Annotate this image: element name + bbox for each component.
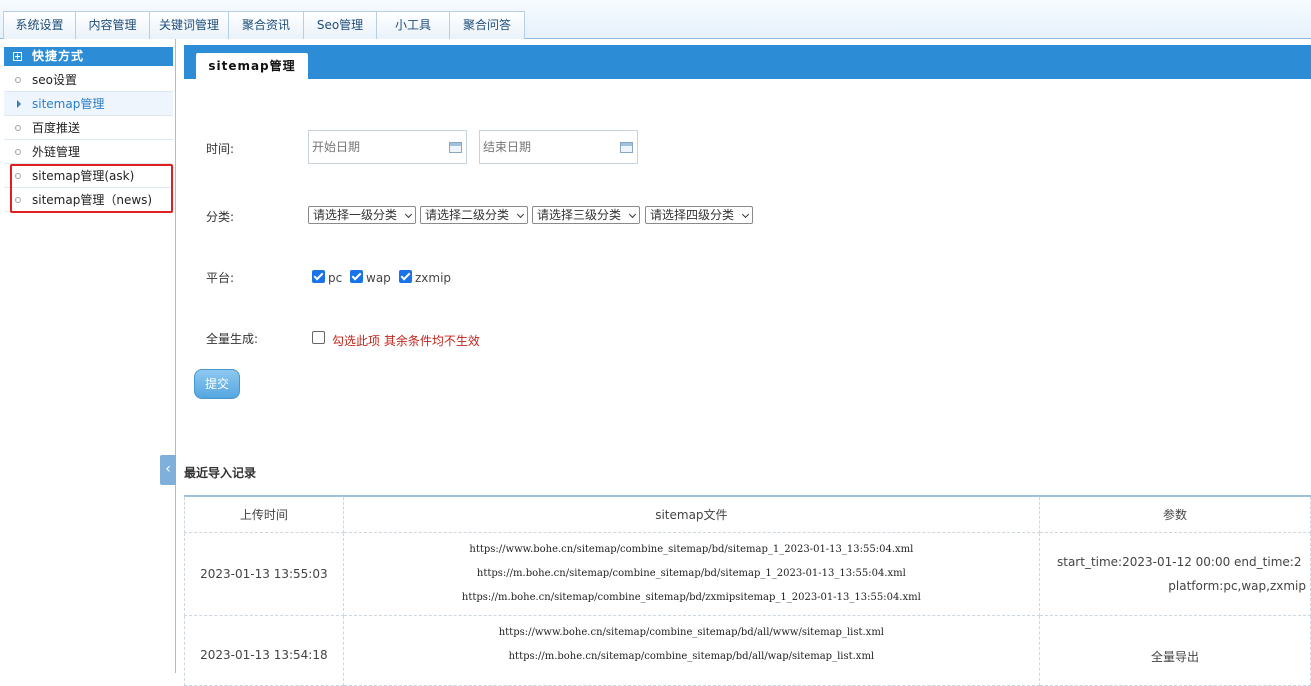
select-value: 请选择一级分类 (313, 208, 398, 222)
top-tab-qa[interactable]: 聚合问答 (449, 11, 525, 39)
sidebar-collapse-button[interactable]: ‹ (160, 455, 176, 485)
table-header-row: 上传时间 sitemap文件 参数 (184, 495, 1311, 533)
full-generate-checkbox[interactable] (312, 331, 325, 344)
start-date-placeholder: 开始日期 (312, 140, 361, 154)
full-generate-hint: 勾选此项 其余条件均不生效 (332, 334, 480, 348)
time-label: 时间: (206, 142, 235, 156)
sitemap-file-link[interactable]: https://www.bohe.cn/sitemap/combine_site… (344, 621, 1039, 645)
top-tab-system[interactable]: 系统设置 (3, 11, 76, 39)
submit-button[interactable]: 提交 (194, 369, 240, 399)
calendar-icon[interactable] (449, 142, 462, 153)
select-value: 请选择二级分类 (425, 208, 510, 222)
sidebar-item-label: 外链管理 (32, 145, 81, 159)
top-tab-tools[interactable]: 小工具 (376, 11, 450, 39)
sidebar-header[interactable]: 快捷方式 (4, 47, 173, 66)
platform-zxmip-label: zxmip (415, 271, 452, 285)
recent-records-title: 最近导入记录 (184, 466, 257, 480)
circle-bullet-icon (15, 125, 21, 131)
chevron-down-icon (516, 210, 525, 219)
params-cell: 全量导出 (1039, 614, 1311, 686)
column-header-params: 参数 (1039, 495, 1311, 533)
chevron-down-icon (741, 210, 750, 219)
platform-pc-label: pc (328, 271, 343, 285)
tab-sitemap-management[interactable]: sitemap管理 (196, 53, 308, 79)
top-tab-news[interactable]: 聚合资讯 (228, 11, 304, 39)
full-generate-label: 全量生成: (206, 332, 259, 346)
top-tab-keywords[interactable]: 关键词管理 (149, 11, 229, 39)
params-cell: start_time:2023-01-12 00:00 end_time:2 p… (1039, 531, 1311, 616)
expand-icon (13, 52, 22, 61)
category-level2-select[interactable]: 请选择二级分类 (420, 206, 528, 224)
calendar-icon[interactable] (620, 142, 633, 153)
sitemap-file-link[interactable]: https://m.bohe.cn/sitemap/combine_sitema… (344, 562, 1039, 586)
top-tab-seo[interactable]: Seo管理 (303, 11, 377, 39)
red-highlight-box (10, 164, 173, 213)
platform-label: 平台: (206, 271, 235, 285)
category-level1-select[interactable]: 请选择一级分类 (308, 206, 416, 224)
sidebar-item-label: 百度推送 (32, 121, 81, 135)
top-tab-content[interactable]: 内容管理 (75, 11, 150, 39)
param-line: 全量导出 (1150, 649, 1199, 664)
records-table: 上传时间 sitemap文件 参数 2023-01-13 13:55:03 ht… (184, 495, 1311, 686)
title-bar: sitemap管理 (184, 45, 1311, 79)
end-date-placeholder: 结束日期 (483, 140, 532, 154)
column-header-sitemap-file: sitemap文件 (342, 495, 1041, 533)
top-nav-tabs: 系统设置 内容管理 关键词管理 聚合资讯 Seo管理 小工具 聚合问答 (3, 11, 525, 39)
param-line: start_time:2023-01-12 00:00 end_time:2 (1057, 554, 1302, 569)
sitemap-file-link[interactable]: https://m.bohe.cn/sitemap/combine_sitema… (344, 586, 1039, 610)
chevron-down-icon (628, 210, 637, 219)
sidebar-item-label: seo设置 (32, 73, 77, 87)
chevron-left-icon: ‹ (165, 461, 171, 477)
main-panel: sitemap管理 时间: 开始日期 结束日期 分类: 请选择一级分类 请选择二… (184, 45, 1311, 686)
sitemap-file-link[interactable]: https://m.bohe.cn/sitemap/combine_sitema… (344, 645, 1039, 669)
sidebar-item-baidu-push[interactable]: 百度推送 (4, 116, 173, 140)
table-row: 2023-01-13 13:55:03 https://www.bohe.cn/… (184, 531, 1311, 616)
upload-time-cell: 2023-01-13 13:54:18 (184, 614, 344, 686)
sitemap-files-cell: https://www.bohe.cn/sitemap/combine_site… (342, 531, 1041, 616)
sitemap-files-cell: https://www.bohe.cn/sitemap/combine_site… (342, 614, 1041, 686)
select-value: 请选择三级分类 (537, 208, 622, 222)
platform-wap-checkbox[interactable] (350, 270, 363, 283)
param-line: platform:pc,wap,zxmip (1168, 578, 1306, 593)
select-value: 请选择四级分类 (650, 208, 735, 222)
sidebar-item-external-links[interactable]: 外链管理 (4, 140, 173, 164)
category-level4-select[interactable]: 请选择四级分类 (645, 206, 753, 224)
category-level3-select[interactable]: 请选择三级分类 (532, 206, 640, 224)
sidebar-title: 快捷方式 (32, 49, 85, 63)
platform-pc-checkbox[interactable] (312, 270, 325, 283)
circle-bullet-icon (15, 149, 21, 155)
platform-wap-label: wap (366, 271, 391, 285)
sitemap-file-link[interactable]: https://www.bohe.cn/sitemap/combine_site… (344, 538, 1039, 562)
table-row: 2023-01-13 13:54:18 https://www.bohe.cn/… (184, 614, 1311, 686)
chevron-down-icon (404, 210, 413, 219)
category-label: 分类: (206, 210, 235, 224)
arrow-right-icon (17, 100, 21, 108)
sidebar: 快捷方式 seo设置 sitemap管理 百度推送 外链管理 sitemap管理… (0, 39, 176, 673)
sidebar-item-seo-settings[interactable]: seo设置 (4, 68, 173, 92)
circle-bullet-icon (15, 77, 21, 83)
column-header-upload-time: 上传时间 (184, 495, 344, 533)
platform-zxmip-checkbox[interactable] (399, 270, 412, 283)
upload-time-cell: 2023-01-13 13:55:03 (184, 531, 344, 616)
sidebar-item-sitemap[interactable]: sitemap管理 (4, 92, 173, 116)
top-nav: 系统设置 内容管理 关键词管理 聚合资讯 Seo管理 小工具 聚合问答 (0, 0, 1311, 39)
sidebar-item-label: sitemap管理 (32, 97, 105, 111)
end-date-input[interactable]: 结束日期 (479, 130, 638, 164)
start-date-input[interactable]: 开始日期 (308, 130, 467, 164)
